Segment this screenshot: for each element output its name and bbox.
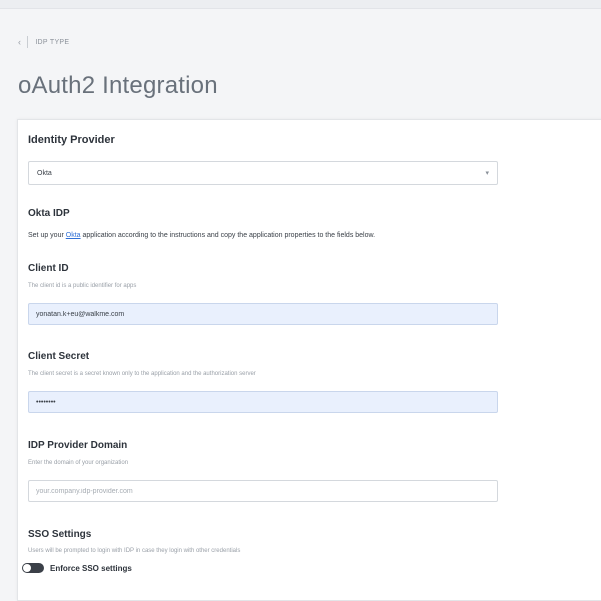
chevron-down-icon: ▾	[485, 170, 489, 177]
sso-settings-help: Users will be prompted to login with IDP…	[28, 548, 241, 554]
chevron-left-icon[interactable]: ‹	[18, 37, 27, 47]
okta-desc-text-2: application according to the instruction…	[80, 232, 376, 239]
identity-provider-select[interactable]: Okta ▾	[28, 161, 498, 185]
top-bar	[0, 0, 601, 9]
client-id-title: Client ID	[28, 263, 69, 274]
breadcrumb-divider	[27, 36, 29, 48]
client-secret-input[interactable]	[28, 391, 498, 413]
identity-provider-title: Identity Provider	[28, 134, 115, 146]
enforce-sso-toggle[interactable]	[22, 563, 44, 573]
okta-desc-text: Set up your	[28, 232, 66, 239]
idp-domain-input[interactable]	[28, 480, 498, 502]
identity-provider-value: Okta	[37, 169, 52, 177]
settings-card: Identity Provider Okta ▾ Okta IDP Set up…	[17, 119, 601, 601]
enforce-sso-label[interactable]: Enforce SSO settings	[50, 564, 132, 573]
page-title: oAuth2 Integration	[18, 72, 218, 99]
breadcrumb-label[interactable]: IDP TYPE	[35, 39, 69, 46]
okta-idp-title: Okta IDP	[28, 208, 70, 219]
client-id-help: The client id is a public identifier for…	[28, 283, 137, 289]
client-id-input[interactable]	[28, 303, 498, 325]
toggle-knob	[23, 564, 31, 572]
idp-domain-help: Enter the domain of your organization	[28, 460, 129, 466]
okta-link[interactable]: Okta	[66, 232, 81, 239]
client-secret-title: Client Secret	[28, 351, 90, 362]
breadcrumb: ‹ IDP TYPE	[18, 36, 69, 48]
enforce-sso-row: Enforce SSO settings	[22, 563, 132, 573]
client-secret-help: The client secret is a secret known only…	[28, 371, 256, 377]
sso-settings-title: SSO Settings	[28, 529, 92, 540]
idp-domain-title: IDP Provider Domain	[28, 440, 128, 451]
okta-idp-description: Set up your Okta application according t…	[28, 232, 375, 239]
